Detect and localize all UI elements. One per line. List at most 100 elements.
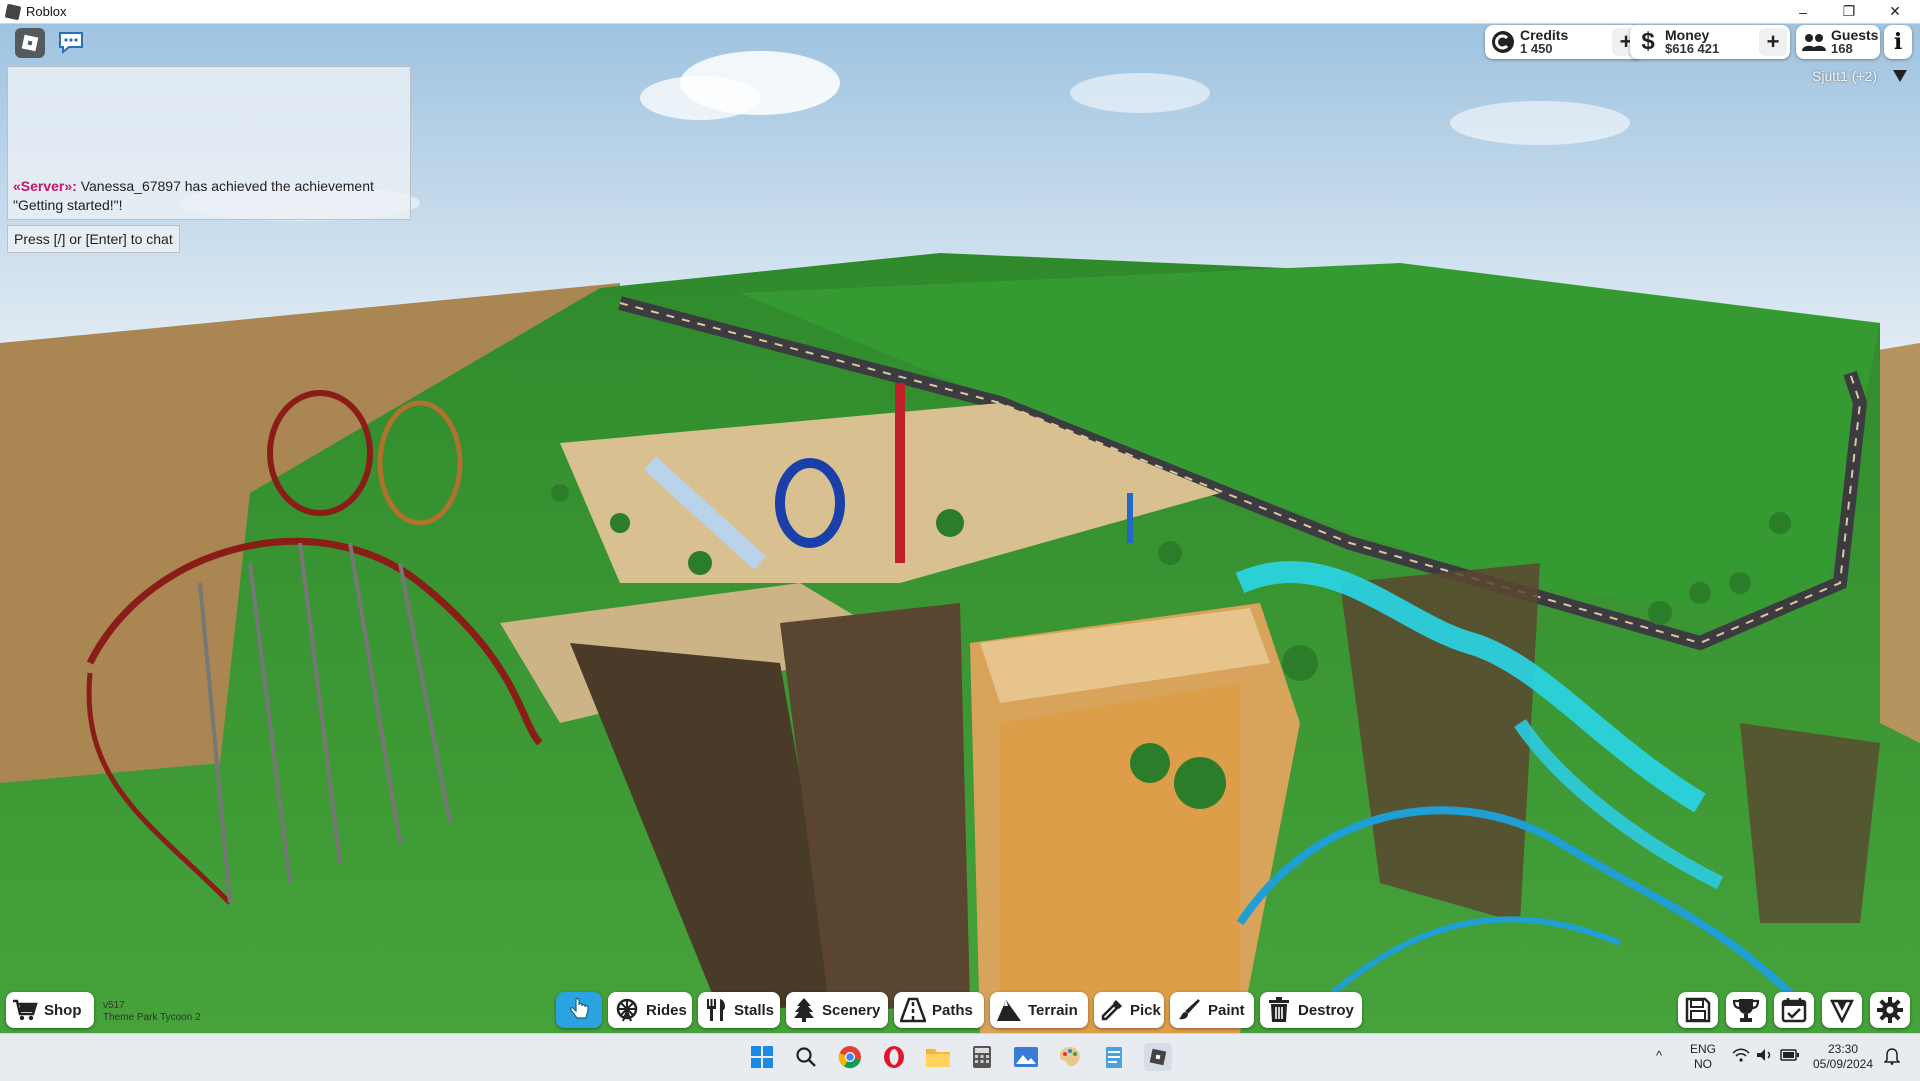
credits-icon [1488, 27, 1518, 57]
park-rating-button[interactable] [1822, 992, 1862, 1028]
taskbar-opera[interactable] [880, 1043, 908, 1071]
palette-icon [1059, 1047, 1080, 1067]
taskbar-photos[interactable] [1012, 1043, 1040, 1071]
wifi-icon[interactable] [1732, 1048, 1750, 1066]
guests-display: Guests 168 [1796, 25, 1880, 59]
cart-icon [12, 997, 38, 1023]
paths-button[interactable]: Paths [894, 992, 984, 1028]
gear-icon [1877, 997, 1903, 1023]
chat-window: «Server»: Vanessa_67897 has achieved the… [7, 66, 411, 220]
paintbrush-icon [1176, 997, 1202, 1023]
terrain-label: Terrain [1028, 1001, 1078, 1019]
player-list-expand-button[interactable] [1890, 66, 1910, 86]
trash-can-icon [1266, 997, 1292, 1023]
paint-label: Paint [1208, 1001, 1245, 1019]
roblox-menu-button[interactable] [15, 28, 45, 58]
money-value: $616 421 [1665, 41, 1720, 56]
shop-button[interactable]: Shop [6, 992, 94, 1028]
select-tool-button[interactable] [556, 992, 602, 1028]
destroy-button[interactable]: Destroy [1260, 992, 1362, 1028]
chat-server-tag: «Server»: [13, 178, 77, 194]
language-top: ENG [1690, 1042, 1717, 1056]
roblox-logo-icon [21, 34, 39, 52]
save-button[interactable] [1678, 992, 1718, 1028]
opera-icon [884, 1046, 904, 1068]
trophy-icon [1732, 999, 1760, 1022]
rides-label: Rides [646, 1001, 687, 1019]
language-bottom: NO [1694, 1057, 1712, 1071]
buy-money-button[interactable]: + [1759, 28, 1787, 56]
credits-value: 1 450 [1520, 41, 1553, 56]
tasks-button[interactable] [1774, 992, 1814, 1028]
stalls-button[interactable]: Stalls [698, 992, 780, 1028]
calculator-icon [973, 1046, 991, 1068]
player-list-tag[interactable]: Sjutt1 (+2) [1812, 68, 1877, 84]
chat-message: «Server»: Vanessa_67897 has achieved the… [13, 177, 403, 215]
pick-label: Pick [1130, 1001, 1161, 1019]
window-title: Roblox [26, 4, 67, 19]
clock[interactable]: 23:30 05/09/2024 [1810, 1042, 1876, 1072]
shop-label: Shop [44, 1001, 82, 1019]
photos-icon [1014, 1047, 1038, 1067]
mountain-icon [996, 997, 1022, 1023]
roblox-taskbar-icon [1149, 1048, 1167, 1066]
road-icon [900, 997, 926, 1023]
eyedropper-icon [1100, 997, 1124, 1023]
search-icon [796, 1047, 816, 1067]
triangle-down-icon [1893, 70, 1907, 82]
taskbar-calculator[interactable] [968, 1043, 996, 1071]
window-titlebar: Roblox – ❐ ✕ [0, 0, 1920, 24]
paths-label: Paths [932, 1001, 973, 1019]
money-display: $ Money $616 421 + [1630, 25, 1790, 59]
tray-overflow-chevron-icon[interactable]: ^ [1656, 1048, 1662, 1063]
destroy-label: Destroy [1298, 1001, 1354, 1019]
gem-badge-icon [1829, 999, 1855, 1023]
taskbar-roblox[interactable] [1144, 1043, 1172, 1071]
windows-logo-icon [751, 1046, 773, 1068]
chrome-icon [838, 1046, 861, 1069]
terrain-button[interactable]: Terrain [990, 992, 1088, 1028]
taskbar-paint[interactable] [1056, 1043, 1084, 1071]
language-indicator[interactable]: ENG NO [1690, 1042, 1716, 1072]
taskbar-chrome[interactable] [836, 1043, 864, 1071]
windows-taskbar: ^ ENG NO 23:30 05/09/2024 [0, 1033, 1920, 1081]
guests-icon [1799, 27, 1829, 57]
chat-toggle-button[interactable] [56, 28, 86, 58]
scenery-label: Scenery [822, 1001, 881, 1019]
windows-start-button[interactable] [748, 1043, 776, 1071]
pine-tree-icon [792, 997, 816, 1023]
chat-bubble-icon [59, 32, 83, 55]
fork-knife-icon [704, 997, 728, 1023]
ferris-wheel-icon [614, 997, 640, 1023]
minimize-button[interactable]: – [1780, 0, 1826, 23]
clock-date: 05/09/2024 [1812, 1057, 1874, 1071]
volume-icon[interactable] [1756, 1048, 1774, 1066]
info-button[interactable]: i [1884, 25, 1912, 59]
notification-bell-icon[interactable] [1883, 1047, 1901, 1069]
folder-icon [926, 1049, 950, 1067]
rides-button[interactable]: Rides [608, 992, 692, 1028]
roblox-app-icon [4, 3, 22, 20]
paint-button[interactable]: Paint [1170, 992, 1254, 1028]
pick-button[interactable]: Pick [1094, 992, 1164, 1028]
credits-display: Credits 1 450 + [1485, 25, 1643, 59]
taskbar-notepad[interactable] [1100, 1043, 1128, 1071]
info-icon: i [1893, 29, 1903, 55]
scenery-button[interactable]: Scenery [786, 992, 888, 1028]
guests-value: 168 [1831, 41, 1853, 56]
stalls-label: Stalls [734, 1001, 775, 1019]
settings-button[interactable] [1870, 992, 1910, 1028]
achievements-button[interactable] [1726, 992, 1766, 1028]
game-name: Theme Park Tycoon 2 [103, 1012, 201, 1023]
pointer-hand-icon [570, 997, 589, 1019]
taskbar-file-explorer[interactable] [924, 1043, 952, 1071]
close-button[interactable]: ✕ [1872, 0, 1918, 23]
version-number: v517 [103, 1000, 125, 1011]
restore-button[interactable]: ❐ [1826, 0, 1872, 23]
taskbar-search-button[interactable] [792, 1043, 820, 1071]
dollar-icon: $ [1641, 28, 1655, 55]
battery-icon[interactable] [1780, 1048, 1800, 1066]
chat-input-bar[interactable]: Press [/] or [Enter] to chat [7, 225, 180, 253]
floppy-disk-icon [1685, 997, 1711, 1023]
version-info: v517 Theme Park Tycoon 2 [103, 1000, 201, 1024]
